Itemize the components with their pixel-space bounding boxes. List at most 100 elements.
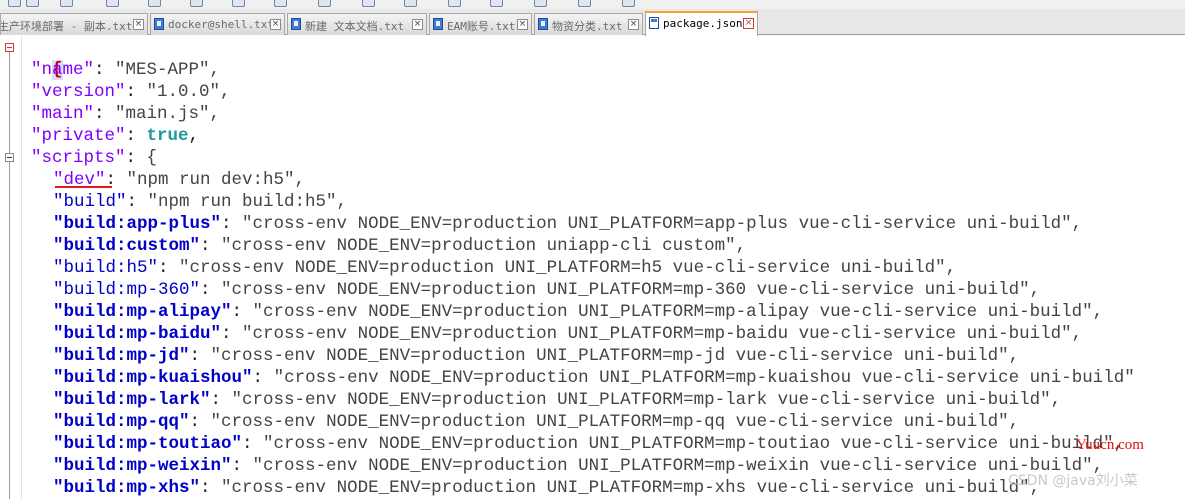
toolbar-button-icon[interactable] xyxy=(106,0,119,7)
toolbar-button-icon[interactable] xyxy=(60,0,73,7)
json-value: "npm run build:h5", xyxy=(147,192,348,212)
toolbar-button-icon[interactable] xyxy=(448,0,461,7)
toolbar-button-icon[interactable] xyxy=(404,0,417,7)
json-key: "build:mp-360" xyxy=(53,280,201,300)
script-line: "build:mp-lark": "cross-env NODE_ENV=pro… xyxy=(53,390,1062,410)
json-value: "cross-env NODE_ENV=production UNI_PLATF… xyxy=(210,346,1020,366)
tab-deploy-copy[interactable]: 生产环境部署 - 副本.txt × xyxy=(0,13,148,35)
json-value: "1.0.0", xyxy=(146,82,231,102)
file-icon xyxy=(433,18,443,30)
tab-label: EAM账号.txt xyxy=(447,20,516,33)
close-icon[interactable]: × xyxy=(412,19,423,30)
toolbar-button-icon[interactable] xyxy=(490,0,503,7)
json-value: "cross-env NODE_ENV=production UNI_PLATF… xyxy=(263,434,1125,454)
toolbar-button-icon[interactable] xyxy=(232,0,245,7)
json-key: "build:app-plus" xyxy=(53,214,222,234)
toolbar-button-icon[interactable] xyxy=(534,0,547,7)
json-key: "private" xyxy=(31,126,126,146)
close-icon[interactable]: × xyxy=(270,19,281,30)
json-key: "name" xyxy=(31,60,95,80)
close-icon[interactable]: × xyxy=(517,19,528,30)
toolbar-button-icon[interactable] xyxy=(148,0,161,7)
json-value: "cross-env NODE_ENV=production uniapp-cl… xyxy=(221,236,747,256)
script-line: "build:mp-kuaishou": "cross-env NODE_ENV… xyxy=(53,368,1135,388)
file-icon xyxy=(154,18,164,30)
code-editor[interactable]: { "name": "MES-APP", "version": "1.0.0",… xyxy=(0,37,1185,499)
json-key: "build" xyxy=(53,192,127,212)
json-value: "cross-env NODE_ENV=production UNI_PLATF… xyxy=(221,478,1041,498)
json-key: "build:mp-weixin" xyxy=(53,456,232,476)
tab-label: 新建 文本文档.txt xyxy=(305,20,405,33)
script-line: "build:mp-toutiao": "cross-env NODE_ENV=… xyxy=(53,434,1125,454)
json-key: "build:mp-qq" xyxy=(53,412,190,432)
json-value: "cross-env NODE_ENV=production UNI_PLATF… xyxy=(242,324,1083,344)
toolbar-button-icon[interactable] xyxy=(362,0,375,7)
script-line: "build:mp-xhs": "cross-env NODE_ENV=prod… xyxy=(53,478,1041,498)
json-value: "cross-env NODE_ENV=production UNI_PLATF… xyxy=(252,302,1104,322)
json-key: "build:h5" xyxy=(53,258,159,278)
script-line: "build:mp-360": "cross-env NODE_ENV=prod… xyxy=(53,280,1041,300)
code-line: "name": "MES-APP", xyxy=(31,60,221,80)
json-key: "build:mp-alipay" xyxy=(53,302,232,322)
json-key: "build:mp-lark" xyxy=(53,390,211,410)
json-value: "cross-env NODE_ENV=production UNI_PLATF… xyxy=(221,280,1041,300)
json-key: "main" xyxy=(31,104,95,124)
toolbar-button-icon[interactable] xyxy=(622,0,635,7)
json-key: "scripts" xyxy=(31,148,126,168)
script-line: "build": "npm run build:h5", xyxy=(53,192,348,212)
csdn-watermark: CSDN @java刘小菜 xyxy=(1008,473,1138,489)
toolbar-button-icon[interactable] xyxy=(26,0,39,7)
toolbar-button-icon[interactable] xyxy=(274,0,287,7)
toolbar-button-icon[interactable] xyxy=(190,0,203,7)
close-icon[interactable]: × xyxy=(628,19,639,30)
json-key: "build:custom" xyxy=(53,236,201,256)
tab-label: docker@shell.txt xyxy=(168,18,274,31)
json-boolean: true xyxy=(146,126,189,146)
script-line: "build:mp-weixin": "cross-env NODE_ENV=p… xyxy=(53,456,1104,476)
code-line: "version": "1.0.0", xyxy=(31,82,231,102)
toolbar xyxy=(0,0,1185,9)
tab-label: 物资分类.txt xyxy=(552,20,623,33)
tab-package-json[interactable]: package.json × xyxy=(645,11,758,36)
json-value: "cross-env NODE_ENV=production UNI_PLATF… xyxy=(231,390,1062,410)
script-line: "build:app-plus": "cross-env NODE_ENV=pr… xyxy=(53,214,1083,234)
json-key: "version" xyxy=(31,82,126,102)
script-line: "build:h5": "cross-env NODE_ENV=producti… xyxy=(53,258,957,278)
toolbar-button-icon[interactable] xyxy=(8,0,21,7)
json-key: "build:mp-kuaishou" xyxy=(53,368,253,388)
tab-new-text-doc[interactable]: 新建 文本文档.txt × xyxy=(287,13,427,35)
json-value: "MES-APP", xyxy=(115,60,221,80)
script-line: "build:mp-qq": "cross-env NODE_ENV=produ… xyxy=(53,412,1020,432)
close-icon[interactable]: × xyxy=(743,18,754,29)
json-value: { xyxy=(146,148,158,168)
json-value: "npm run dev:h5", xyxy=(126,170,306,190)
json-value: "cross-env NODE_ENV=production UNI_PLATF… xyxy=(252,456,1104,476)
close-icon[interactable]: × xyxy=(133,19,144,30)
json-value: "main.js", xyxy=(115,104,221,124)
json-key: "build:mp-jd" xyxy=(53,346,190,366)
save-file-icon xyxy=(649,17,659,29)
toolbar-button-icon[interactable] xyxy=(578,0,591,7)
file-icon xyxy=(291,18,301,30)
tab-label: package.json xyxy=(663,17,743,30)
json-value: "cross-env NODE_ENV=production UNI_PLATF… xyxy=(179,258,957,278)
tab-bar: 生产环境部署 - 副本.txt × docker@shell.txt × 新建 … xyxy=(0,9,1185,36)
code-line: "main": "main.js", xyxy=(31,104,221,124)
overlay-watermark-text: Yuucn.com xyxy=(1076,437,1144,453)
json-value: "cross-env NODE_ENV=production UNI_PLATF… xyxy=(210,412,1020,432)
code-line: { xyxy=(10,37,63,80)
json-value: "cross-env NODE_ENV=production UNI_PLATF… xyxy=(242,214,1083,234)
script-line: "build:mp-alipay": "cross-env NODE_ENV=p… xyxy=(53,302,1104,322)
tab-eam-account[interactable]: EAM账号.txt × xyxy=(429,13,532,35)
code-line: "private": true, xyxy=(31,126,200,146)
tab-docker-shell[interactable]: docker@shell.txt × xyxy=(150,13,285,35)
json-key: "build:mp-xhs" xyxy=(53,478,201,498)
toolbar-button-icon[interactable] xyxy=(318,0,331,7)
json-key: "build:mp-baidu" xyxy=(53,324,222,344)
json-value: "cross-env NODE_ENV=production UNI_PLATF… xyxy=(273,368,1135,388)
file-icon xyxy=(538,18,548,30)
json-key: "build:mp-toutiao" xyxy=(53,434,243,454)
script-line: "build:mp-jd": "cross-env NODE_ENV=produ… xyxy=(53,346,1020,366)
script-line: "build:mp-baidu": "cross-env NODE_ENV=pr… xyxy=(53,324,1083,344)
tab-material-category[interactable]: 物资分类.txt × xyxy=(534,13,643,35)
